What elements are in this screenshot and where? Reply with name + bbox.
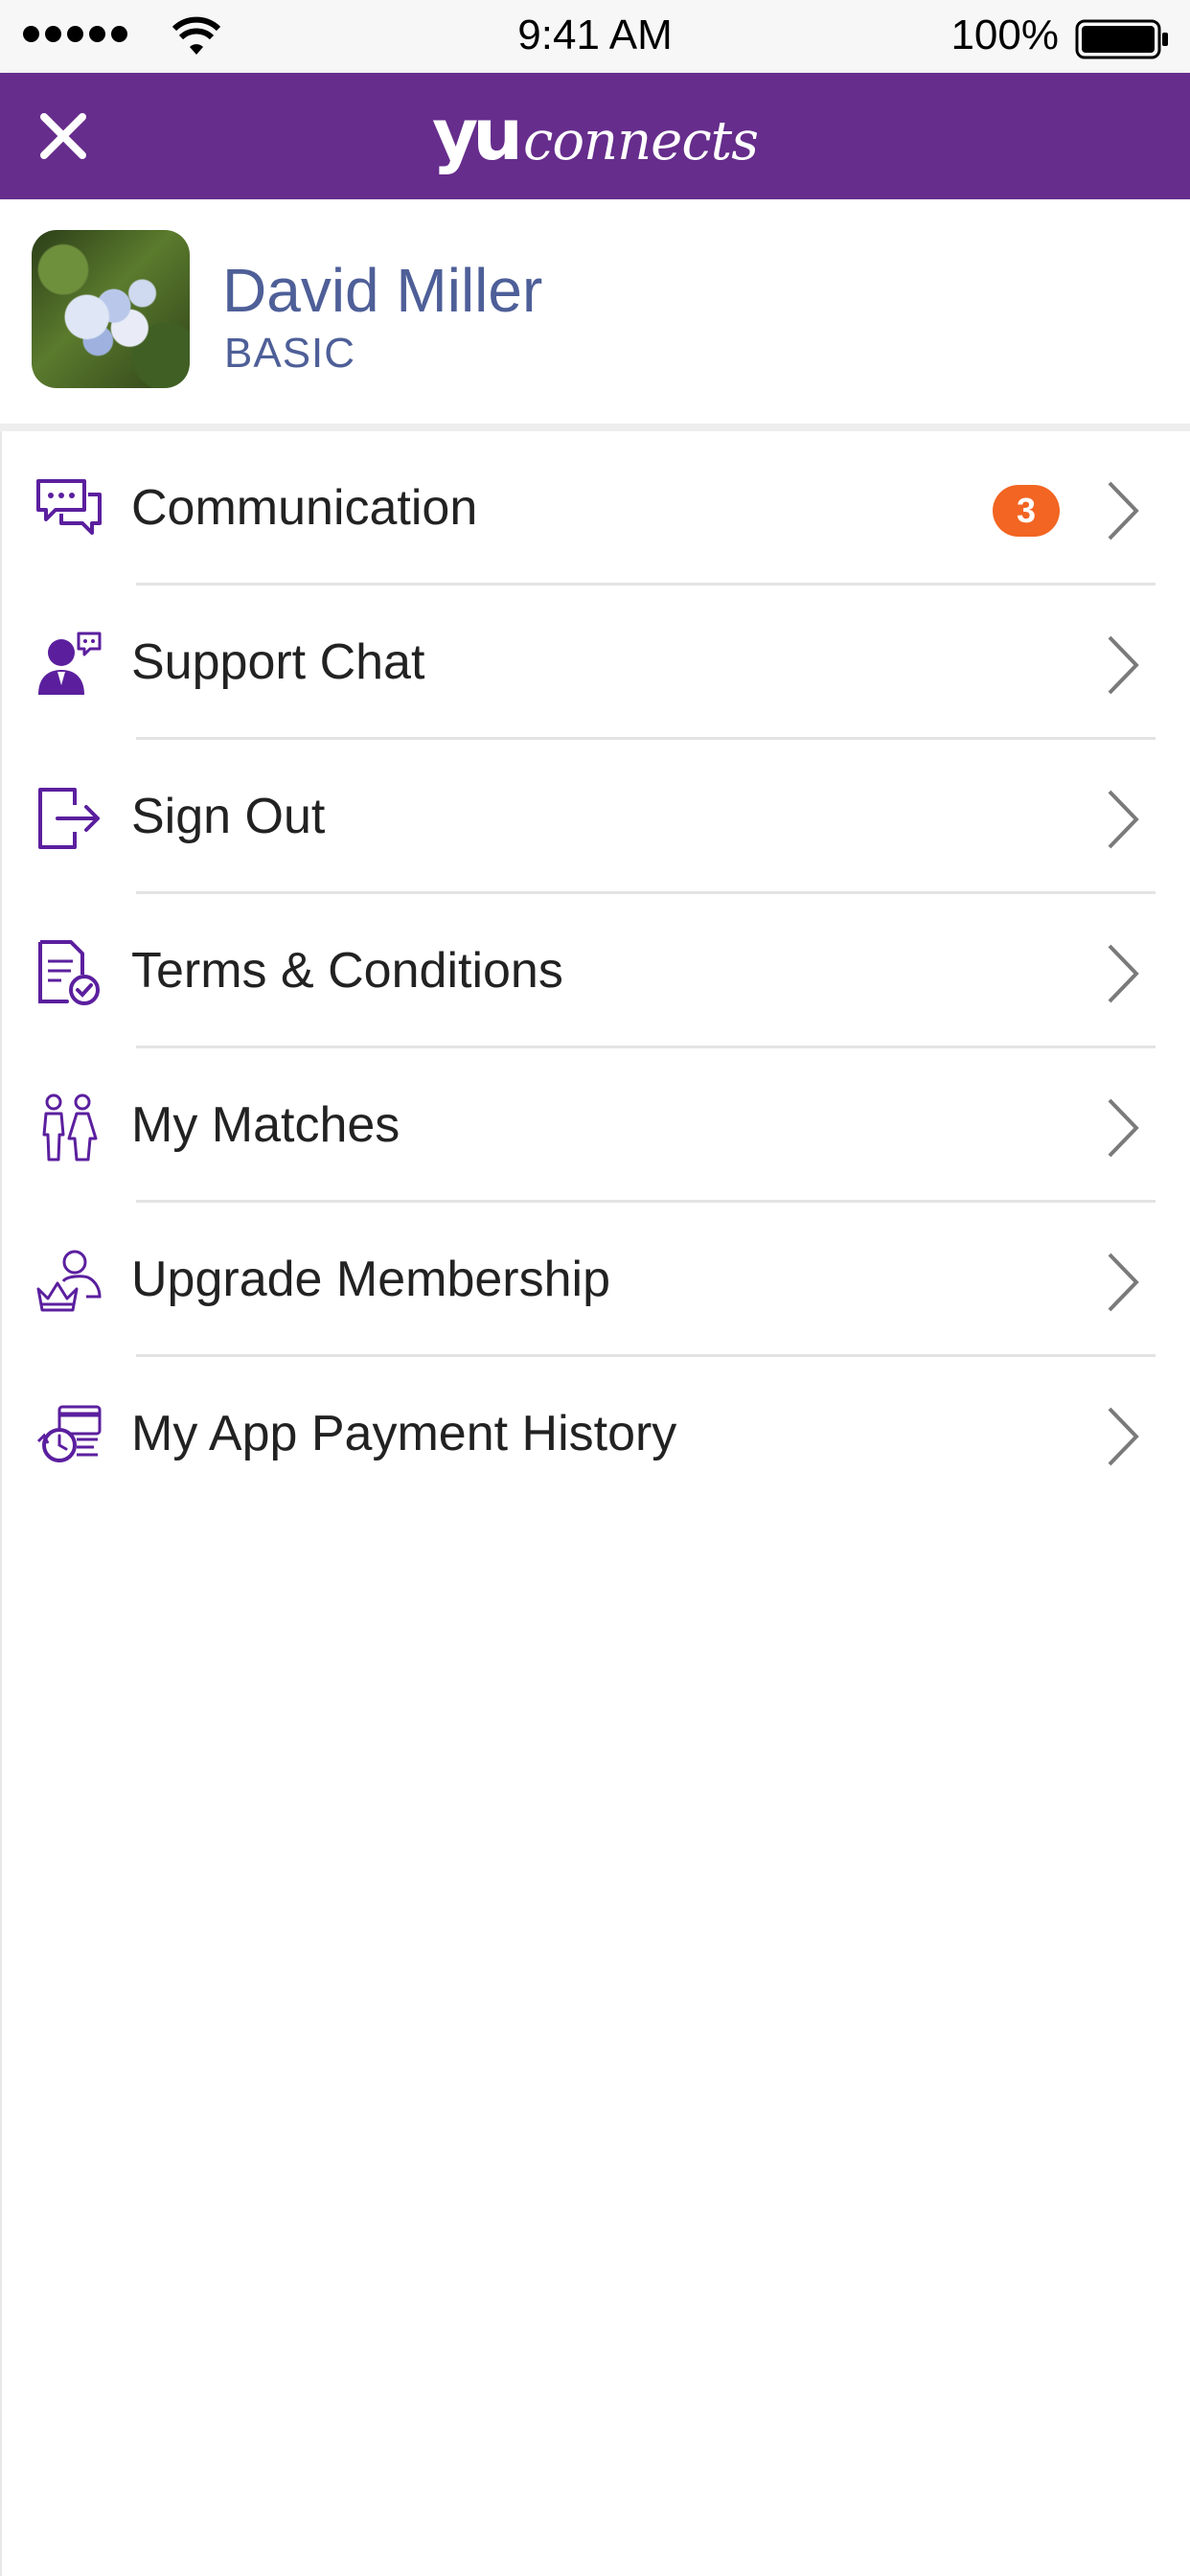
logo-connects: connects xyxy=(522,110,759,172)
menu-item-label: My App Payment History xyxy=(131,1406,677,1461)
logo-yu: yu xyxy=(432,94,523,176)
support-agent-icon xyxy=(38,632,102,695)
notification-badge: 3 xyxy=(993,485,1060,537)
battery-icon xyxy=(1075,19,1168,59)
document-check-icon xyxy=(38,940,100,1005)
chevron-right-icon xyxy=(1108,1253,1139,1312)
app-bar: yu connects xyxy=(0,73,1190,199)
chat-bubbles-icon xyxy=(36,479,102,535)
battery-percentage: 100% xyxy=(950,12,1059,58)
membership-plan: BASIC xyxy=(224,330,356,377)
menu-item-terms-conditions[interactable]: Terms & Conditions xyxy=(0,894,1190,1048)
profile-name: David Miller xyxy=(222,256,543,325)
menu-item-label: Sign Out xyxy=(131,789,326,844)
menu-item-sign-out[interactable]: Sign Out xyxy=(0,740,1190,894)
crown-user-icon xyxy=(36,1250,102,1312)
chevron-right-icon xyxy=(1108,481,1139,540)
sign-out-icon xyxy=(38,788,100,849)
payment-history-icon xyxy=(36,1405,102,1462)
chevron-right-icon xyxy=(1108,635,1139,695)
chevron-right-icon xyxy=(1108,944,1139,1003)
app-logo: yu connects xyxy=(0,94,1190,176)
avatar[interactable] xyxy=(32,230,190,388)
chevron-right-icon xyxy=(1108,1098,1139,1158)
menu-item-upgrade-membership[interactable]: Upgrade Membership xyxy=(0,1203,1190,1357)
profile-header[interactable]: David Miller BASIC xyxy=(0,199,1190,431)
couple-icon xyxy=(42,1093,98,1162)
status-bar: 9:41 AM 100% xyxy=(0,0,1190,73)
menu-item-communication[interactable]: Communication 3 xyxy=(0,431,1190,586)
menu-item-support-chat[interactable]: Support Chat xyxy=(0,586,1190,740)
menu-item-my-matches[interactable]: My Matches xyxy=(0,1048,1190,1203)
chevron-right-icon xyxy=(1108,790,1139,849)
menu-item-label: Terms & Conditions xyxy=(131,943,563,999)
menu-item-label: Support Chat xyxy=(131,634,425,690)
menu-list: Communication 3 Support Chat Sign Out Te… xyxy=(0,431,1190,1511)
menu-item-label: Communication xyxy=(131,480,478,536)
chevron-right-icon xyxy=(1108,1407,1139,1466)
menu-item-label: My Matches xyxy=(131,1097,400,1153)
menu-item-label: Upgrade Membership xyxy=(131,1252,611,1307)
menu-item-payment-history[interactable]: My App Payment History xyxy=(0,1357,1190,1511)
